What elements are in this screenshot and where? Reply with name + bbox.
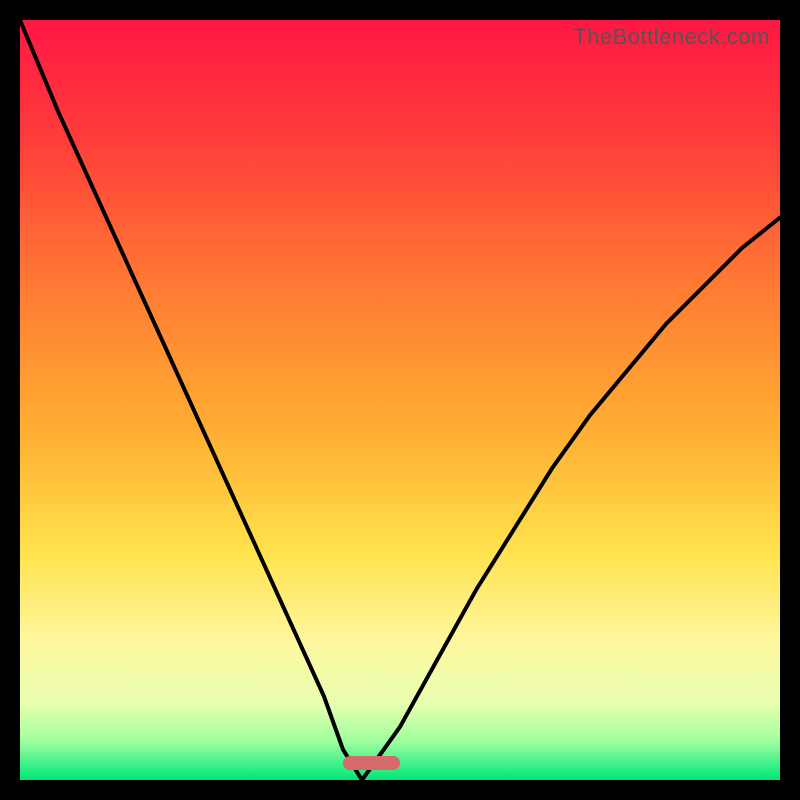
bottleneck-curve [20, 20, 780, 780]
plot-frame: TheBottleneck.com [20, 20, 780, 780]
watermark-text: TheBottleneck.com [573, 24, 770, 50]
optimum-marker [343, 756, 400, 770]
